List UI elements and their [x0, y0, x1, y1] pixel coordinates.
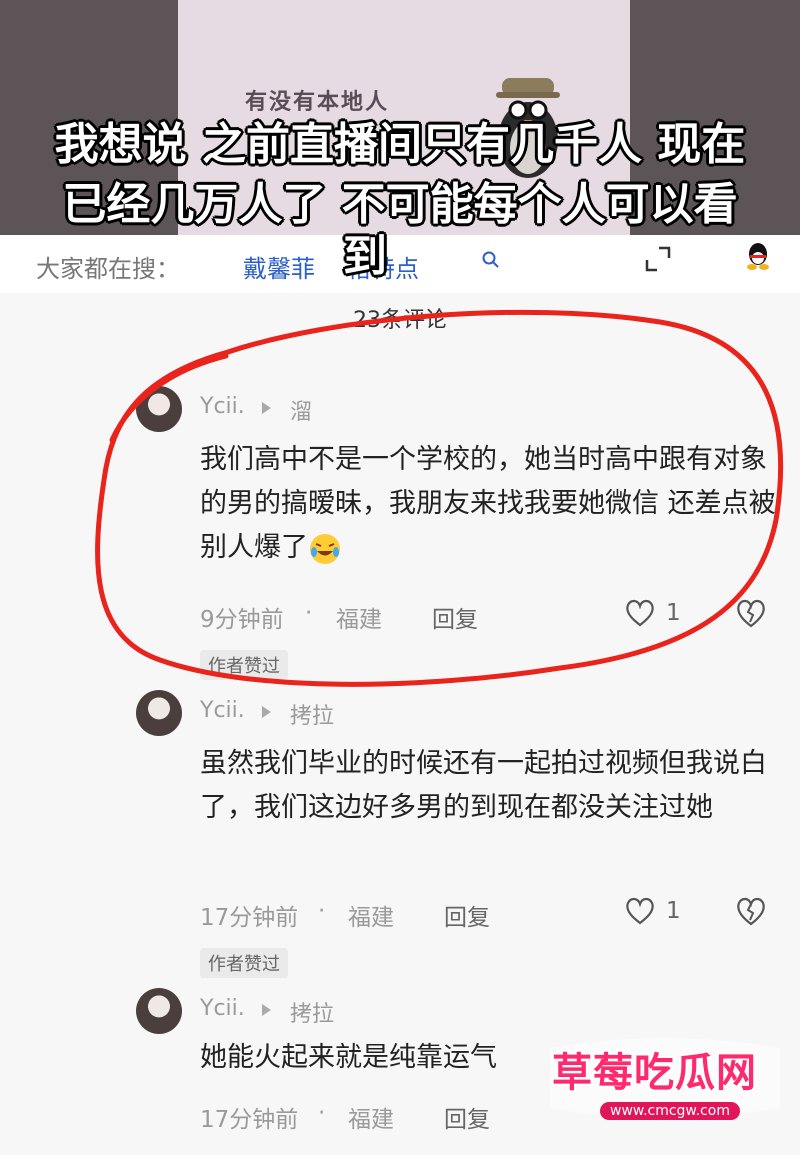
comment-username[interactable]: Ycii.: [200, 394, 245, 419]
video-player[interactable]: 有没有本地人 我想说 之前直播间只有几千人 现在 已经几万人了 不可能每个人可以…: [0, 0, 800, 235]
broken-heart-icon[interactable]: [734, 596, 768, 630]
reply-button[interactable]: 回复: [444, 898, 490, 932]
comment-text: 虽然我们毕业的时候还有一起拍过视频但我说白了，我们这边好多男的到现在都没关注过她: [200, 748, 767, 823]
caption-line-2: 已经几万人了 不可能每个人可以看: [62, 179, 738, 230]
broken-heart-icon[interactable]: [734, 894, 768, 928]
comment-count-title: 23条评论: [353, 308, 447, 333]
author-liked-badge: 作者赞过: [200, 650, 288, 680]
play-icon: [262, 402, 271, 414]
comment-time: 17分钟前: [200, 905, 299, 931]
comment-location: 福建: [336, 607, 382, 633]
qq-icon[interactable]: [744, 240, 772, 272]
play-icon: [262, 1004, 271, 1016]
video-sign-text: 有没有本地人: [245, 90, 390, 115]
comment-source: 拷拉: [290, 704, 335, 729]
avatar[interactable]: [136, 386, 182, 432]
avatar[interactable]: [136, 690, 182, 736]
avatar[interactable]: [136, 988, 182, 1034]
caption-line-1: 我想说 之前直播间只有几千人 现在: [54, 119, 746, 170]
expand-icon[interactable]: [645, 246, 671, 272]
caption-line-3: 到: [343, 231, 387, 282]
comment-location: 福建: [348, 905, 394, 931]
laugh-cry-emoji: [310, 533, 340, 564]
meta-dot: ·: [318, 1100, 326, 1126]
reply-button[interactable]: 回复: [432, 600, 478, 634]
comment-username[interactable]: Ycii.: [200, 996, 245, 1021]
watermark-title: 草莓吃瓜网: [552, 1050, 757, 1096]
meta-dot: ·: [318, 898, 326, 924]
meta-dot: ·: [305, 600, 313, 626]
author-liked-badge: 作者赞过: [200, 948, 288, 978]
comment-text-content: 我们高中不是一个学校的，她当时高中跟有对象的男的搞暧昧，我朋友来找我要她微信 还…: [200, 444, 776, 563]
comment-time: 17分钟前: [200, 1107, 299, 1133]
comment-time: 9分钟前: [200, 607, 284, 633]
comment-location: 福建: [348, 1107, 394, 1133]
comment-source: 溜: [290, 400, 313, 425]
play-icon: [262, 706, 271, 718]
heart-icon[interactable]: [624, 896, 656, 926]
comment-username[interactable]: Ycii.: [200, 698, 245, 723]
heart-icon[interactable]: [624, 598, 656, 628]
comments-panel: [0, 293, 800, 1155]
comment-source: 拷拉: [290, 1002, 335, 1027]
comment-text: 我们高中不是一个学校的，她当时高中跟有对象的男的搞暧昧，我朋友来找我要她微信 还…: [200, 438, 780, 570]
like-count: 1: [666, 898, 681, 924]
like-count: 1: [666, 600, 681, 626]
watermark-url: www.cmcgw.com: [600, 1102, 740, 1120]
reply-button[interactable]: 回复: [444, 1100, 490, 1134]
